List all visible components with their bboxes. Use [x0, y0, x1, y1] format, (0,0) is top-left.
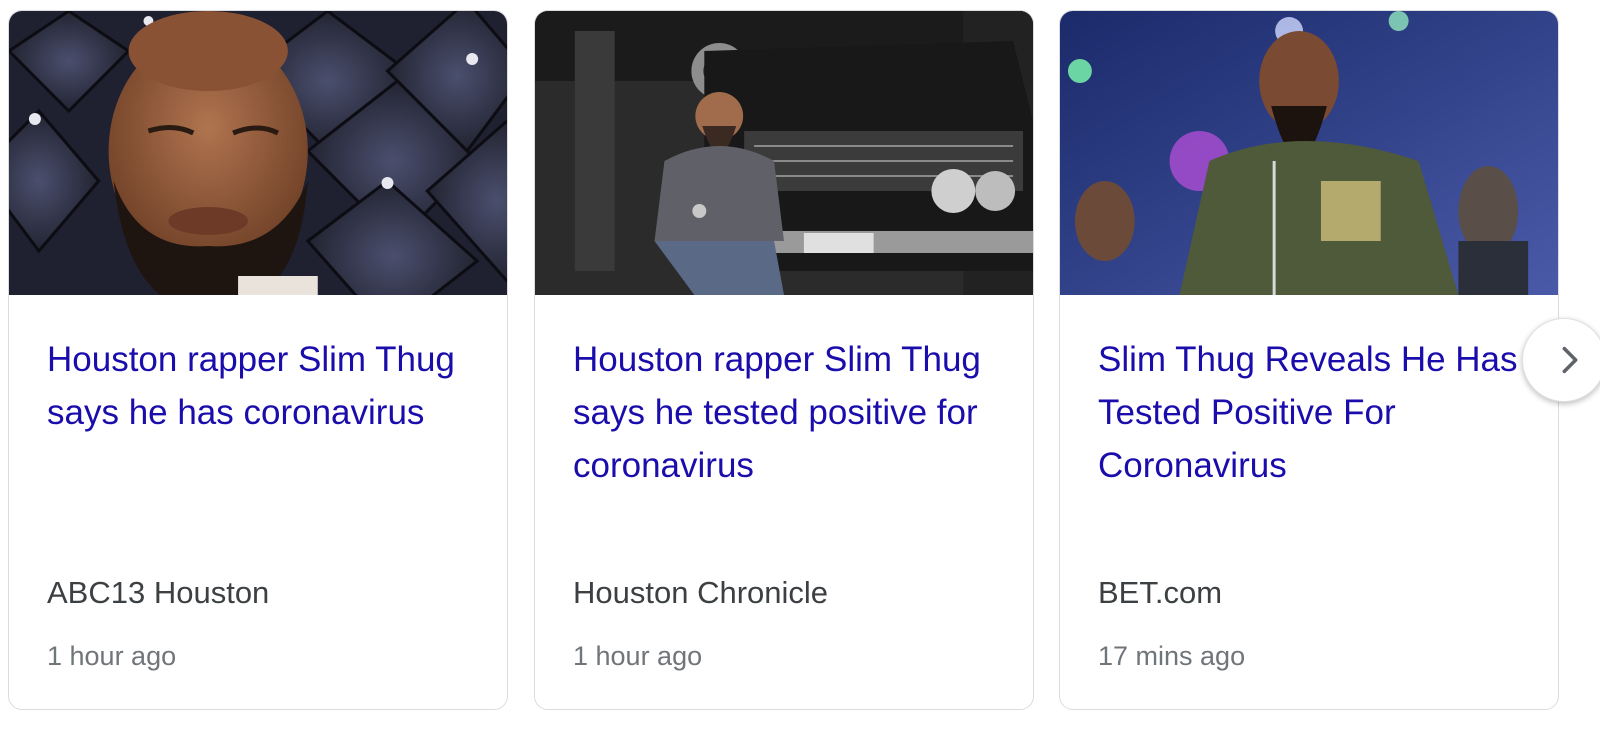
news-carousel: Houston rapper Slim Thug says he has cor… — [0, 0, 1600, 735]
news-thumbnail-image[interactable] — [1060, 11, 1558, 295]
news-card[interactable]: Houston rapper Slim Thug says he tested … — [534, 10, 1034, 710]
chevron-right-icon — [1562, 346, 1578, 374]
news-card[interactable]: Houston rapper Slim Thug says he has cor… — [8, 10, 508, 710]
carousel-next-button[interactable] — [1522, 318, 1600, 402]
news-source: ABC13 Houston — [47, 575, 270, 610]
news-timestamp: 1 hour ago — [47, 641, 177, 671]
news-headline-link[interactable]: Houston rapper Slim Thug says he has cor… — [47, 333, 487, 439]
news-thumbnail-image[interactable] — [9, 11, 507, 295]
news-thumbnail-image[interactable] — [535, 11, 1033, 295]
news-timestamp: 1 hour ago — [573, 641, 703, 671]
news-headline-link[interactable]: Houston rapper Slim Thug says he tested … — [573, 333, 1013, 492]
news-timestamp: 17 mins ago — [1098, 641, 1246, 671]
news-source: Houston Chronicle — [573, 575, 829, 610]
news-card[interactable]: Slim Thug Reveals He Has Tested Positive… — [1059, 10, 1559, 710]
news-source: BET.com — [1098, 575, 1223, 610]
news-headline-link[interactable]: Slim Thug Reveals He Has Tested Positive… — [1098, 333, 1538, 492]
